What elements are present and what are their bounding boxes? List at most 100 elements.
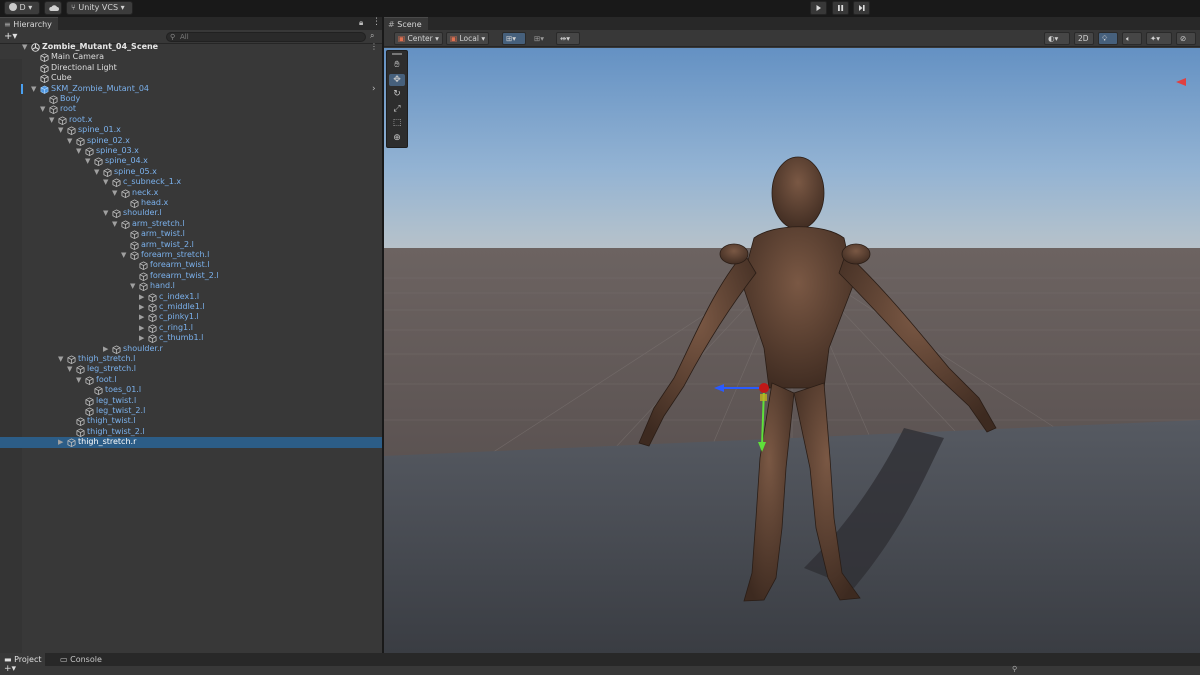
fold-open-icon[interactable]: ▼ — [58, 354, 66, 364]
step-button[interactable] — [853, 1, 870, 15]
hierarchy-row[interactable]: arm_twist.l — [0, 229, 382, 240]
fold-closed-icon[interactable]: ▶ — [139, 292, 147, 302]
align-dropdown[interactable]: ⇹▾ — [556, 32, 580, 45]
play-button[interactable] — [810, 1, 827, 15]
hierarchy-row[interactable]: ▶ c_middle1.l — [0, 302, 382, 312]
tab-hierarchy[interactable]: ≡ Hierarchy — [0, 17, 58, 30]
hierarchy-row[interactable]: ▶ c_index1.l — [0, 292, 382, 302]
cloud-button[interactable] — [44, 1, 62, 15]
hierarchy-row[interactable]: ▼ leg_stretch.l — [0, 364, 382, 375]
fold-closed-icon[interactable]: ▶ — [139, 333, 147, 343]
hierarchy-row[interactable]: thigh_twist_2.l — [0, 427, 382, 437]
hierarchy-row[interactable]: ▼ shoulder.l — [0, 208, 382, 219]
effects-dropdown[interactable]: ✦▾ — [1146, 32, 1172, 45]
fold-open-icon[interactable]: ▼ — [67, 136, 75, 146]
fold-open-icon[interactable]: ▼ — [103, 177, 111, 187]
hierarchy-row[interactable]: ▼ spine_04.x — [0, 156, 382, 167]
hierarchy-row[interactable]: ▼ c_subneck_1.x — [0, 177, 382, 188]
hierarchy-row[interactable]: ▼ spine_01.x — [0, 125, 382, 136]
fold-open-icon[interactable]: ▼ — [121, 250, 129, 260]
hierarchy-row[interactable]: ▼ forearm_stretch.l — [0, 250, 382, 260]
hierarchy-row[interactable]: toes_01.l — [0, 385, 382, 396]
lighting-toggle[interactable]: 💡︎ — [1098, 32, 1118, 45]
transform-tool-icon[interactable]: ⊕ — [389, 132, 405, 144]
hierarchy-search-input[interactable]: ⚲ All — [166, 32, 366, 42]
scene-menu-icon[interactable]: ⋮ — [370, 42, 378, 52]
hierarchy-row[interactable]: forearm_twist.l — [0, 260, 382, 271]
hierarchy-row[interactable]: Directional Light — [0, 63, 382, 73]
account-dropdown[interactable]: D ▾ — [4, 1, 40, 15]
vcs-dropdown[interactable]: ⑂ Unity VCS ▾ — [66, 1, 133, 15]
hierarchy-row[interactable]: ▶ c_pinky1.l — [0, 312, 382, 323]
fold-open-icon[interactable]: ▼ — [112, 219, 120, 229]
space-dropdown[interactable]: ▣ Local ▾ — [446, 32, 490, 45]
rect-tool-icon[interactable]: ⬚ — [389, 117, 405, 129]
hierarchy-row[interactable]: Main Camera — [0, 52, 382, 63]
grid-snap-toggle[interactable]: ⊞▾ — [502, 32, 526, 45]
hierarchy-row[interactable]: ▼ neck.x — [0, 188, 382, 198]
tool-palette-grip[interactable] — [392, 53, 402, 55]
fold-open-icon[interactable]: ▼ — [22, 42, 30, 52]
fold-open-icon[interactable]: ▼ — [130, 281, 138, 291]
search-icon[interactable]: ⚲ — [1012, 665, 1017, 673]
hierarchy-row[interactable]: forearm_twist_2.l — [0, 271, 382, 281]
hierarchy-row[interactable]: Body — [0, 94, 382, 104]
hierarchy-row[interactable]: leg_twist_2.l — [0, 406, 382, 416]
hierarchy-row[interactable]: ▼ SKM_Zombie_Mutant_04 › — [0, 83, 382, 94]
hierarchy-row[interactable]: leg_twist.l — [0, 396, 382, 406]
fold-open-icon[interactable]: ▼ — [31, 84, 39, 94]
fold-open-icon[interactable]: ▼ — [94, 167, 102, 177]
fold-open-icon[interactable]: ▼ — [76, 146, 84, 156]
hierarchy-row[interactable]: ▶ c_ring1.l — [0, 323, 382, 333]
search-options-icon[interactable]: ⌕ — [370, 31, 374, 41]
fold-closed-icon[interactable]: ▶ — [103, 344, 111, 354]
hierarchy-row[interactable]: ▼ foot.l — [0, 375, 382, 385]
hierarchy-row[interactable]: thigh_twist.l — [0, 416, 382, 427]
rotate-tool-icon[interactable]: ↻ — [389, 88, 405, 100]
move-tool-icon[interactable]: ✥ — [389, 73, 405, 86]
hierarchy-row[interactable]: ▶ c_thumb1.l — [0, 333, 382, 344]
hierarchy-row[interactable]: Cube — [0, 73, 382, 84]
tab-scene[interactable]: # Scene — [384, 17, 428, 30]
fold-closed-icon[interactable]: ▶ — [139, 312, 147, 322]
toggle-2d-button[interactable]: 2D — [1074, 32, 1094, 45]
audio-toggle[interactable]: 🔈︎ — [1122, 32, 1142, 45]
open-prefab-icon[interactable]: › — [372, 84, 376, 94]
fold-closed-icon[interactable]: ▶ — [58, 437, 66, 447]
draw-mode-dropdown[interactable]: ◐▾ — [1044, 32, 1070, 45]
fold-open-icon[interactable]: ▼ — [67, 364, 75, 374]
pivot-dropdown[interactable]: ▣ Center ▾ — [394, 32, 443, 45]
hidden-objects-toggle[interactable]: ⊘ — [1176, 32, 1196, 45]
hierarchy-row[interactable]: ▼ hand.l — [0, 281, 382, 292]
scale-tool-icon[interactable]: ⤢ — [389, 103, 405, 115]
hierarchy-row[interactable]: arm_twist_2.l — [0, 240, 382, 250]
tab-console[interactable]: ▭ Console — [56, 653, 106, 666]
hierarchy-row[interactable]: ▼ root.x — [0, 115, 382, 125]
fold-open-icon[interactable]: ▼ — [49, 115, 57, 125]
lock-icon[interactable]: 🔒︎ — [359, 18, 363, 28]
hierarchy-row[interactable]: ▶ shoulder.r — [0, 344, 382, 354]
hand-tool-icon[interactable]: ✋︎ — [389, 59, 405, 71]
fold-open-icon[interactable]: ▼ — [40, 104, 48, 114]
hierarchy-row[interactable]: ▼ spine_02.x — [0, 136, 382, 146]
fold-closed-icon[interactable]: ▶ — [139, 302, 147, 312]
increment-snap-toggle[interactable]: ⊞▾ — [530, 32, 552, 45]
hierarchy-row[interactable]: ▼ root — [0, 104, 382, 115]
hierarchy-row[interactable]: ▼ arm_stretch.l — [0, 219, 382, 229]
hierarchy-row[interactable]: ▼ spine_05.x — [0, 167, 382, 177]
fold-open-icon[interactable]: ▼ — [112, 188, 120, 198]
fold-open-icon[interactable]: ▼ — [76, 375, 84, 385]
hierarchy-row[interactable]: ▼ Zombie_Mutant_04_Scene ⋮ — [0, 42, 382, 52]
fold-open-icon[interactable]: ▼ — [85, 156, 93, 166]
hierarchy-row[interactable]: ▼ thigh_stretch.l — [0, 354, 382, 364]
scene-viewport[interactable]: ✋︎ ✥ ↻ ⤢ ⬚ ⊕ — [384, 48, 1200, 653]
pause-button[interactable] — [832, 1, 849, 15]
hierarchy-row[interactable]: head.x — [0, 198, 382, 208]
hierarchy-row[interactable]: ▼ spine_03.x — [0, 146, 382, 156]
fold-closed-icon[interactable]: ▶ — [139, 323, 147, 333]
fold-open-icon[interactable]: ▼ — [103, 208, 111, 218]
kebab-menu-icon[interactable]: ⋮ — [372, 17, 381, 27]
fold-open-icon[interactable]: ▼ — [58, 125, 66, 135]
hierarchy-row[interactable]: ▶ thigh_stretch.r — [0, 437, 382, 448]
add-asset-button[interactable]: +▾ — [4, 664, 16, 674]
